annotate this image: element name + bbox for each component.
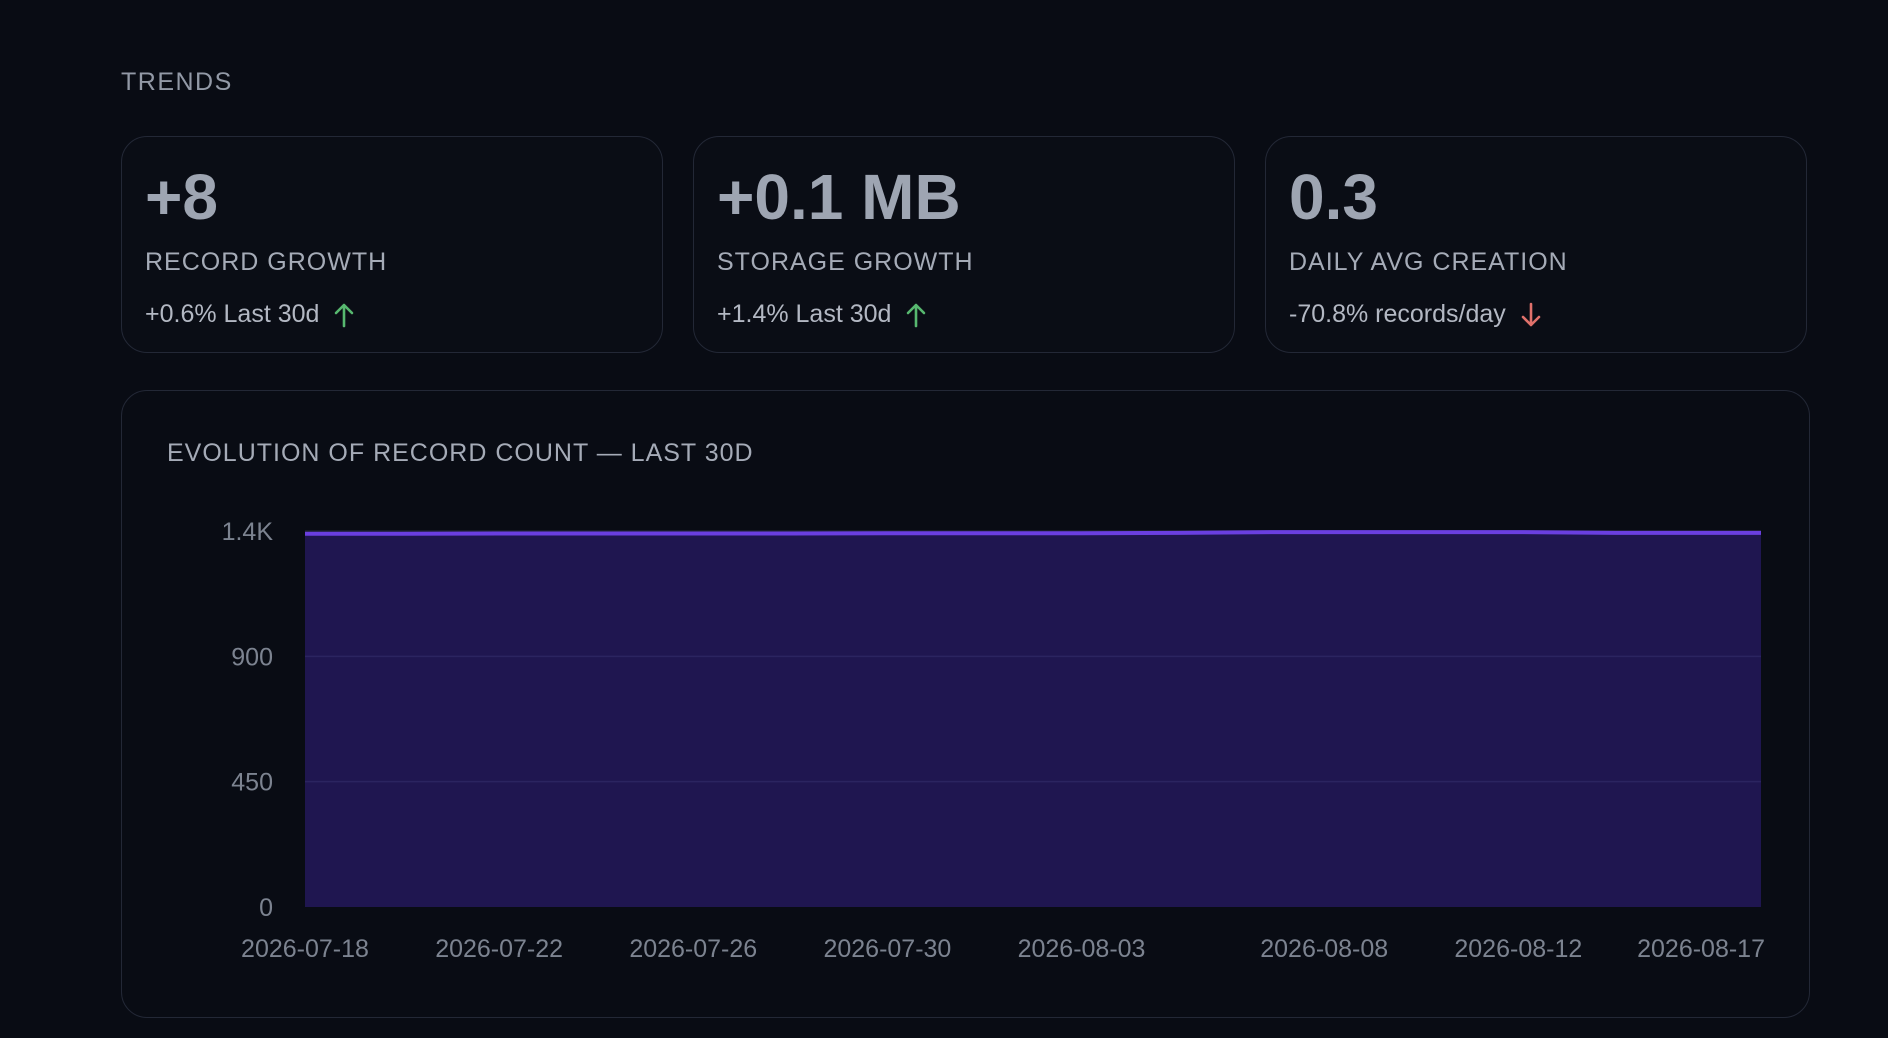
x-tick-label: 2026-07-22: [435, 935, 563, 963]
trends-page: TRENDS +8 RECORD GROWTH +0.6% Last 30d +…: [0, 0, 1888, 1038]
storage-growth-delta-text: +1.4% Last 30d: [717, 300, 892, 328]
daily-avg-creation-delta: -70.8% records/day: [1289, 300, 1542, 329]
x-tick-label: 2026-08-17: [1637, 935, 1765, 963]
daily-avg-creation-label: DAILY AVG CREATION: [1289, 248, 1568, 276]
record-growth-card: +8 RECORD GROWTH +0.6% Last 30d: [121, 136, 663, 353]
record-growth-label: RECORD GROWTH: [145, 248, 388, 276]
y-tick-label: 900: [231, 643, 273, 671]
arrow-up-icon: [335, 303, 354, 327]
record-growth-delta: +0.6% Last 30d: [145, 300, 355, 329]
record-growth-value: +8: [145, 161, 218, 233]
x-tick-label: 2026-07-30: [823, 935, 951, 963]
arrow-up-icon: [907, 303, 926, 327]
storage-growth-value: +0.1 MB: [717, 161, 961, 233]
y-tick-label: 1.4K: [222, 518, 274, 546]
y-tick-label: 450: [231, 769, 273, 797]
record-growth-delta-text: +0.6% Last 30d: [145, 300, 320, 328]
daily-avg-creation-card: 0.3 DAILY AVG CREATION -70.8% records/da…: [1265, 136, 1807, 353]
x-tick-label: 2026-08-12: [1454, 935, 1582, 963]
record-count-area-chart: 0 450 900 1.4K 2026-07-18 2026-07-22 2026-07-2…: [222, 518, 1765, 963]
storage-growth-label: STORAGE GROWTH: [717, 248, 974, 276]
arrow-down-icon: [1521, 302, 1541, 326]
daily-avg-creation-value: 0.3: [1289, 161, 1378, 233]
x-tick-label: 2026-07-26: [629, 935, 757, 963]
series-line: [305, 530, 1761, 536]
record-count-chart-card: EVOLUTION OF RECORD COUNT — LAST 30D 0 45…: [121, 390, 1810, 1018]
x-tick-label: 2026-08-08: [1260, 935, 1388, 963]
storage-growth-card: +0.1 MB STORAGE GROWTH +1.4% Last 30d: [693, 136, 1235, 353]
y-tick-label: 0: [259, 894, 273, 922]
x-tick-label: 2026-08-03: [1018, 935, 1146, 963]
daily-avg-creation-delta-text: -70.8% records/day: [1289, 300, 1506, 328]
x-tick-label: 2026-07-18: [241, 935, 369, 963]
storage-growth-delta: +1.4% Last 30d: [717, 300, 927, 329]
area-fill: [305, 532, 1761, 907]
section-title: TRENDS: [121, 68, 233, 96]
